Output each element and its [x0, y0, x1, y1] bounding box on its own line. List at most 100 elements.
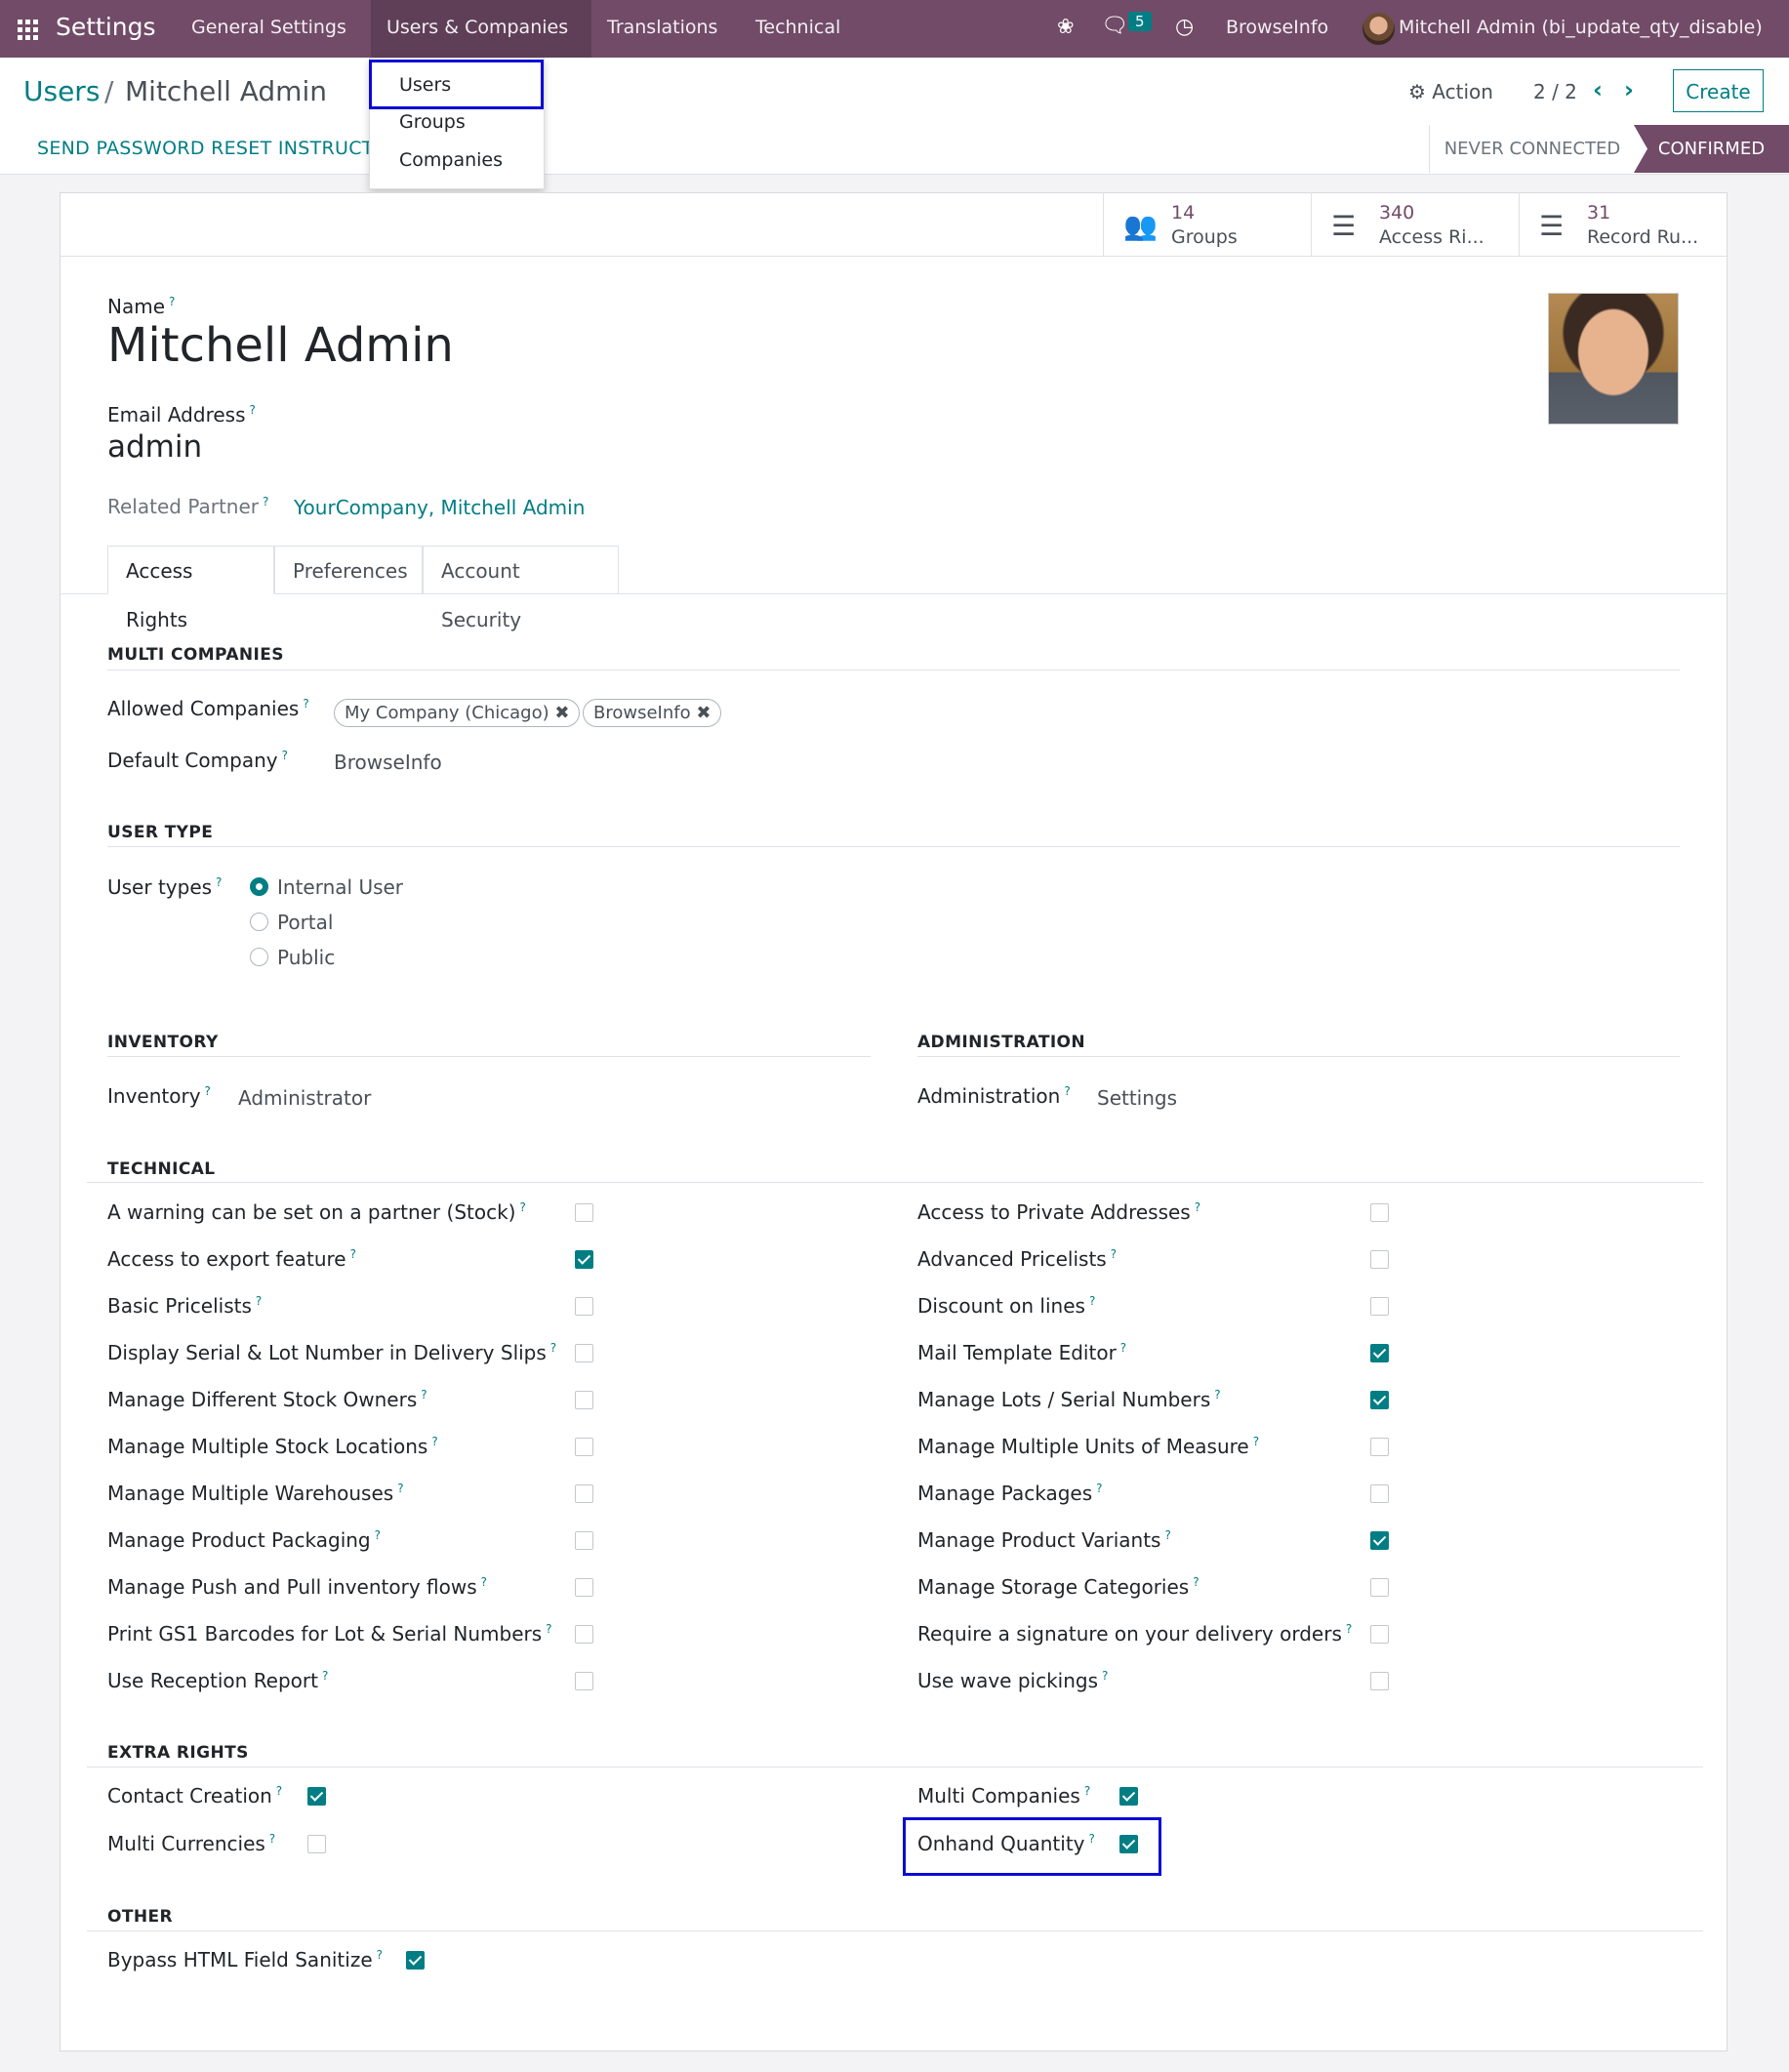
checkbox-manage-storage-categories[interactable]	[1370, 1578, 1389, 1597]
label-use-reception-report: Use Reception Report?	[107, 1669, 329, 1692]
tab-account-security[interactable]: Account Security	[423, 546, 619, 631]
label-a-warning-can-be-set-on-a-partner-stock: A warning can be set on a partner (Stock…	[107, 1200, 526, 1224]
dropdown-item-groups[interactable]: Groups	[399, 111, 466, 133]
user-menu[interactable]: Mitchell Admin (bi_update_qty_disable)	[1399, 17, 1763, 38]
remove-tag-icon[interactable]: ✖	[696, 703, 711, 723]
remove-tag-icon[interactable]: ✖	[554, 703, 569, 723]
label-manage-product-packaging: Manage Product Packaging?	[107, 1528, 381, 1552]
checkbox-bypass-html-field-sanitize[interactable]	[406, 1951, 425, 1970]
administration-field[interactable]: Settings	[1097, 1086, 1177, 1110]
checkbox-require-a-signature-on-your-delivery-orders[interactable]	[1370, 1625, 1389, 1644]
label-manage-product-variants: Manage Product Variants?	[917, 1528, 1171, 1552]
menu-users-companies[interactable]: Users & Companies	[386, 17, 568, 38]
user-avatar[interactable]	[1362, 13, 1395, 45]
checkbox-manage-lots-serial-numbers[interactable]	[1370, 1391, 1389, 1409]
label-multi-currencies: Multi Currencies?	[107, 1832, 276, 1855]
menu-general-settings[interactable]: General Settings	[191, 17, 346, 38]
checkbox-use-reception-report[interactable]	[575, 1672, 593, 1690]
tab-preferences[interactable]: Preferences	[274, 546, 423, 594]
checkbox-manage-multiple-units-of-measure[interactable]	[1370, 1438, 1389, 1456]
checkbox-access-to-private-addresses[interactable]	[1370, 1203, 1389, 1222]
pager-value[interactable]: 2 / 2	[1533, 80, 1577, 103]
radio-portal[interactable]	[250, 913, 268, 931]
status-confirmed[interactable]: CONFIRMED	[1634, 125, 1789, 173]
default-company-field[interactable]: BrowseInfo	[334, 751, 442, 774]
label-manage-lots-serial-numbers: Manage Lots / Serial Numbers?	[917, 1388, 1221, 1411]
label-manage-packages: Manage Packages?	[917, 1482, 1103, 1505]
section-user-type: USER TYPE	[107, 823, 214, 842]
checkbox-display-serial-lot-number-in-delivery-slips[interactable]	[575, 1344, 593, 1362]
action-button[interactable]: ⚙ Action	[1408, 80, 1493, 103]
menu-translations[interactable]: Translations	[607, 17, 717, 38]
label-advanced-pricelists: Advanced Pricelists?	[917, 1247, 1118, 1271]
chat-icon[interactable]: 🗨	[1101, 14, 1128, 38]
label-print-gs1-barcodes-for-lot-serial-numbers: Print GS1 Barcodes for Lot & Serial Numb…	[107, 1622, 552, 1645]
company-tag[interactable]: BrowseInfo ✖	[583, 699, 722, 727]
checkbox-manage-product-variants[interactable]	[1370, 1531, 1389, 1550]
related-partner-link[interactable]: YourCompany, Mitchell Admin	[294, 496, 585, 519]
checkbox-a-warning-can-be-set-on-a-partner-stock[interactable]	[575, 1203, 593, 1222]
email-field[interactable]: admin	[107, 429, 202, 465]
smart-button-access-rights[interactable]: ☰ 340 Access Ri...	[1311, 192, 1519, 256]
smart-count: 14	[1171, 202, 1196, 223]
send-password-reset-button[interactable]: SEND PASSWORD RESET INSTRUCT	[37, 138, 374, 159]
label-manage-push-and-pull-inventory-flows: Manage Push and Pull inventory flows?	[107, 1575, 488, 1599]
pager-previous-icon[interactable]: ‹	[1593, 76, 1603, 103]
apps-menu-icon[interactable]	[18, 20, 38, 40]
radio-internal-user[interactable]	[250, 877, 268, 896]
section-inventory: INVENTORY	[107, 1033, 219, 1052]
checkbox-manage-packages[interactable]	[1370, 1484, 1389, 1503]
checkbox-use-wave-pickings[interactable]	[1370, 1672, 1389, 1690]
checkbox-discount-on-lines[interactable]	[1370, 1297, 1389, 1316]
related-partner-label: Related Partner?	[107, 495, 269, 518]
checkbox-manage-multiple-stock-locations[interactable]	[575, 1438, 593, 1456]
section-administration: ADMINISTRATION	[917, 1033, 1086, 1052]
user-name-field[interactable]: Mitchell Admin	[107, 318, 454, 373]
breadcrumb-users[interactable]: Users	[23, 75, 100, 107]
company-tag[interactable]: My Company (Chicago) ✖	[334, 699, 581, 727]
default-company-label: Default Company?	[107, 749, 288, 772]
app-brand[interactable]: Settings	[56, 13, 156, 41]
action-label: Action	[1432, 80, 1493, 103]
label-manage-storage-categories: Manage Storage Categories?	[917, 1575, 1199, 1599]
inventory-field[interactable]: Administrator	[238, 1086, 371, 1110]
smart-button-groups[interactable]: 👥 14 Groups	[1103, 192, 1311, 256]
tab-access-rights[interactable]: Access Rights	[107, 546, 274, 631]
status-never-connected[interactable]: NEVER CONNECTED	[1429, 125, 1635, 173]
checkbox-basic-pricelists[interactable]	[575, 1297, 593, 1316]
label-access-to-export-feature: Access to export feature?	[107, 1247, 356, 1271]
checkbox-manage-multiple-warehouses[interactable]	[575, 1484, 593, 1503]
button-box-divider	[61, 256, 1727, 257]
clock-icon[interactable]: ◷	[1175, 15, 1194, 39]
user-types-label: User types?	[107, 875, 223, 899]
label-multi-companies: Multi Companies?	[917, 1784, 1091, 1808]
dropdown-item-companies[interactable]: Companies	[399, 149, 503, 171]
checkbox-print-gs1-barcodes-for-lot-serial-numbers[interactable]	[575, 1625, 593, 1644]
bug-icon[interactable]: ❀	[1057, 15, 1075, 38]
label-basic-pricelists: Basic Pricelists?	[107, 1294, 263, 1318]
menu-technical[interactable]: Technical	[755, 17, 840, 38]
checkbox-multi-companies[interactable]	[1119, 1787, 1138, 1806]
checkbox-access-to-export-feature[interactable]	[575, 1250, 593, 1269]
email-label: Email Address?	[107, 403, 256, 427]
smart-count: 31	[1587, 202, 1611, 223]
checkbox-mail-template-editor[interactable]	[1370, 1344, 1389, 1362]
allowed-companies-label: Allowed Companies?	[107, 697, 309, 720]
checkbox-contact-creation[interactable]	[307, 1787, 326, 1806]
name-label: Name?	[107, 295, 176, 318]
pager-next-icon[interactable]: ›	[1624, 76, 1634, 103]
company-switcher[interactable]: BrowseInfo	[1226, 17, 1328, 38]
checkbox-multi-currencies[interactable]	[307, 1835, 326, 1853]
checkbox-manage-different-stock-owners[interactable]	[575, 1391, 593, 1409]
create-button[interactable]: Create	[1673, 69, 1764, 112]
radio-public[interactable]	[250, 948, 268, 966]
label-manage-different-stock-owners: Manage Different Stock Owners?	[107, 1388, 427, 1411]
label-contact-creation: Contact Creation?	[107, 1784, 283, 1808]
smart-button-record-rules[interactable]: ☰ 31 Record Ru...	[1519, 192, 1727, 256]
user-photo[interactable]	[1548, 293, 1679, 425]
inventory-label: Inventory?	[107, 1084, 211, 1108]
list-ul-icon: ☰	[1539, 210, 1565, 242]
checkbox-advanced-pricelists[interactable]	[1370, 1250, 1389, 1269]
checkbox-manage-product-packaging[interactable]	[575, 1531, 593, 1550]
checkbox-manage-push-and-pull-inventory-flows[interactable]	[575, 1578, 593, 1597]
